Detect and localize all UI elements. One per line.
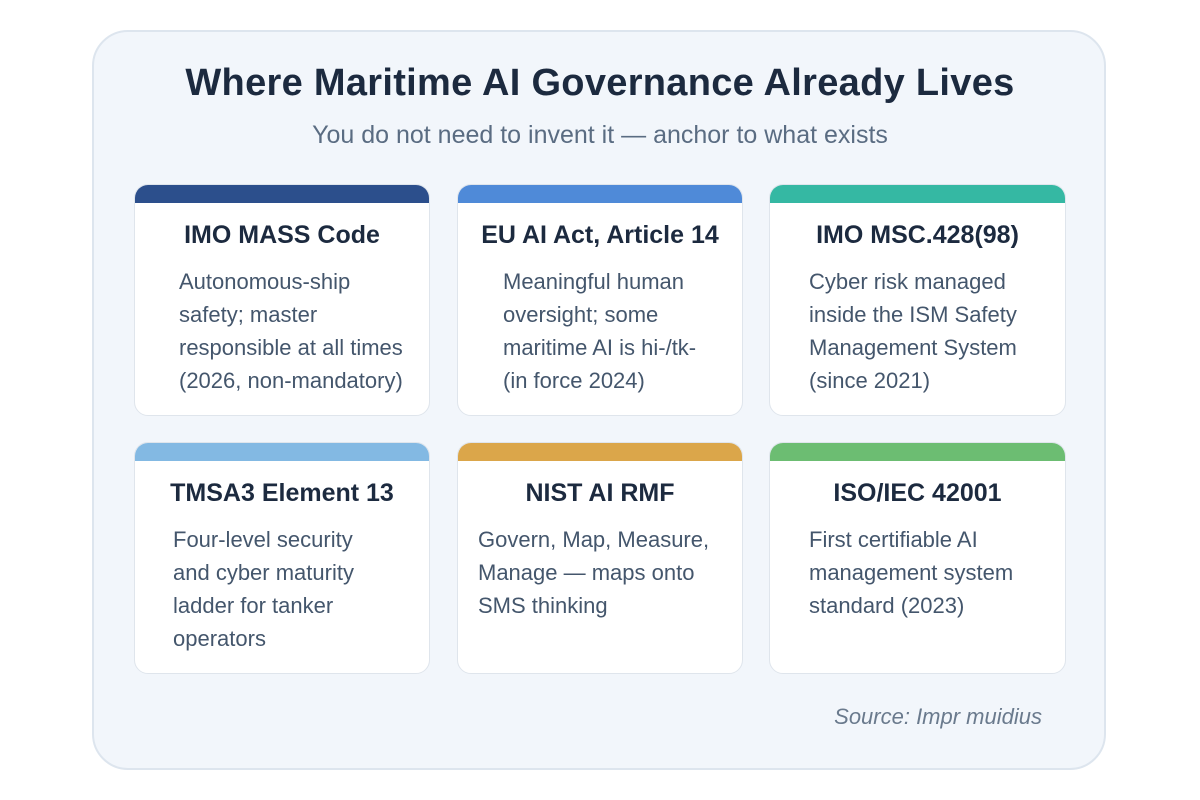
card-description: Autonomous-ship safety; master responsib…	[179, 269, 403, 393]
card-description: Four-level security and cyber maturity l…	[173, 527, 354, 651]
card-title: TMSA3 Element 13	[170, 479, 394, 507]
card-iso-iec-42001: ISO/IEC 42001 First certifiable AI manag…	[769, 442, 1066, 674]
card-imo-msc-428: IMO MSC.428(98) Cyber risk managed insid…	[769, 184, 1066, 416]
card-nist-ai-rmf: NIST AI RMF Govern, Map, Measure, Manage…	[457, 442, 743, 674]
card-title: ISO/IEC 42001	[833, 479, 1002, 507]
card-description: First certifiable AI management system s…	[809, 527, 1014, 618]
card-title: IMO MSC.428(98)	[816, 221, 1019, 249]
card-accent-bar	[770, 185, 1065, 203]
card-title: NIST AI RMF	[525, 479, 675, 507]
card-accent-bar	[135, 443, 429, 461]
card-title: IMO MASS Code	[184, 221, 380, 249]
card-description: Cyber risk managed inside the ISM Safety…	[809, 269, 1017, 393]
card-accent-bar	[458, 185, 742, 203]
card-accent-bar	[135, 185, 429, 203]
card-accent-bar	[770, 443, 1065, 461]
card-imo-mass-code: IMO MASS Code Autonomous-ship safety; ma…	[134, 184, 430, 416]
card-description: Govern, Map, Measure, Manage — maps onto…	[478, 527, 710, 618]
card-description: Meaningful human oversight; some maritim…	[503, 269, 697, 393]
card-accent-bar	[458, 443, 742, 461]
card-tmsa3-element-13: TMSA3 Element 13 Four-level security and…	[134, 442, 430, 674]
card-eu-ai-act: EU AI Act, Article 14 Meaningful human o…	[457, 184, 743, 416]
card-title: EU AI Act, Article 14	[481, 221, 719, 249]
source-caption: Source: Impr muidius	[834, 704, 1042, 729]
page-subtitle: You do not need to invent it — anchor to…	[312, 121, 888, 149]
page-title: Where Maritime AI Governance Already Liv…	[185, 62, 1015, 104]
